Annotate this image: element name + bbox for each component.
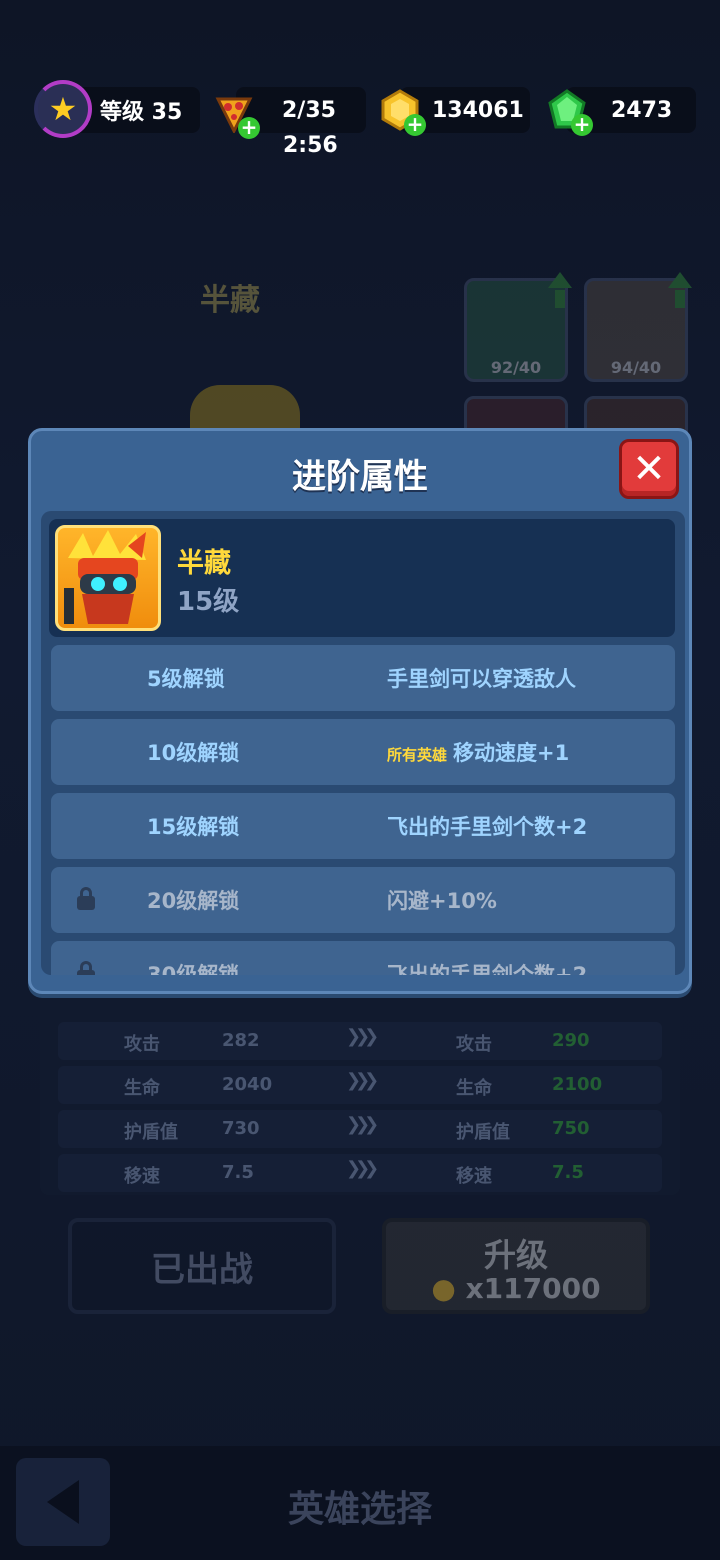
- stat-label: 护盾值: [124, 1122, 178, 1143]
- stat-next-value: 2100: [552, 1074, 603, 1095]
- unlock-description: 手里剑可以穿透敌人: [387, 667, 576, 691]
- hero-portrait: [55, 525, 161, 631]
- stat-label: 生命: [124, 1078, 160, 1099]
- unlock-row-locked: 30级解锁 飞出的手里剑个数+2: [51, 941, 675, 975]
- stat-value: 282: [222, 1030, 260, 1051]
- stat-next-value: 7.5: [552, 1162, 584, 1183]
- close-icon: ✕: [632, 446, 666, 492]
- chevrons-icon: ❯❯❯: [346, 1026, 379, 1047]
- upgrade-cost-value: x117000: [465, 1272, 601, 1305]
- unlock-row: 15级解锁 飞出的手里剑个数+2: [51, 793, 675, 859]
- stat-next-label: 移速: [456, 1166, 492, 1187]
- hero-level: 15级: [177, 587, 240, 617]
- unlock-description: 飞出的手里剑个数+2: [387, 963, 588, 975]
- unlock-level: 10级解锁: [147, 741, 240, 765]
- stat-next-label: 护盾值: [456, 1122, 510, 1143]
- chevrons-icon: ❯❯❯: [346, 1114, 379, 1135]
- unlock-level: 15级解锁: [147, 815, 240, 839]
- upgrade-button[interactable]: 升级 ● x117000: [382, 1218, 650, 1314]
- lock-icon: [77, 887, 95, 911]
- upgrade-cost: ● x117000: [386, 1272, 646, 1305]
- deployed-button[interactable]: 已出战: [68, 1218, 336, 1314]
- coin-icon: ●: [431, 1272, 466, 1305]
- unlock-description: 所有英雄 移动速度+1: [387, 737, 569, 767]
- dialog-content[interactable]: 半藏 15级 5级解锁 手里剑可以穿透敌人 10级解锁 所有英雄 移动速度+1 1…: [41, 511, 685, 975]
- stat-next-value: 750: [552, 1118, 590, 1139]
- hero-name: 半藏: [177, 548, 231, 579]
- page-title: 英雄选择: [287, 1489, 432, 1530]
- unlock-description: 飞出的手里剑个数+2: [387, 815, 588, 839]
- unlock-level: 20级解锁: [147, 889, 240, 913]
- unlock-description-text: 移动速度+1: [453, 741, 570, 765]
- unlock-level: 30级解锁: [147, 963, 240, 975]
- stat-value: 2040: [222, 1074, 273, 1095]
- hero-header: 半藏 15级: [49, 519, 675, 637]
- stat-row-shield: 护盾值 730 ❯❯❯ 护盾值 750: [58, 1110, 662, 1148]
- close-button[interactable]: ✕: [619, 439, 679, 499]
- unlock-level: 5级解锁: [147, 667, 225, 691]
- stat-value: 730: [222, 1118, 260, 1139]
- dialog-title: 进阶属性: [292, 457, 428, 497]
- stat-row-speed: 移速 7.5 ❯❯❯ 移速 7.5: [58, 1154, 662, 1192]
- chevrons-icon: ❯❯❯: [346, 1158, 379, 1179]
- stat-row-health: 生命 2040 ❯❯❯ 生命 2100: [58, 1066, 662, 1104]
- lock-icon: [77, 961, 95, 975]
- upgrade-button-label: 升级: [483, 1236, 548, 1274]
- chevrons-icon: ❯❯❯: [346, 1070, 379, 1091]
- stat-next-label: 攻击: [456, 1034, 492, 1055]
- stat-next-value: 290: [552, 1030, 590, 1051]
- stat-value: 7.5: [222, 1162, 254, 1183]
- advanced-attributes-dialog: 进阶属性 ✕ 半藏 15级 5级解锁 手里剑可以穿透敌人 10级解锁 所有英雄 …: [28, 428, 692, 994]
- stat-next-label: 生命: [456, 1078, 492, 1099]
- unlock-row-locked: 20级解锁 闪避+10%: [51, 867, 675, 933]
- unlock-row: 10级解锁 所有英雄 移动速度+1: [51, 719, 675, 785]
- stat-label: 移速: [124, 1166, 160, 1187]
- unlock-description: 闪避+10%: [387, 889, 497, 913]
- stat-row-attack: 攻击 282 ❯❯❯ 攻击 290: [58, 1022, 662, 1060]
- unlock-row: 5级解锁 手里剑可以穿透敌人: [51, 645, 675, 711]
- stat-label: 攻击: [124, 1034, 160, 1055]
- all-heroes-tag: 所有英雄: [387, 746, 448, 764]
